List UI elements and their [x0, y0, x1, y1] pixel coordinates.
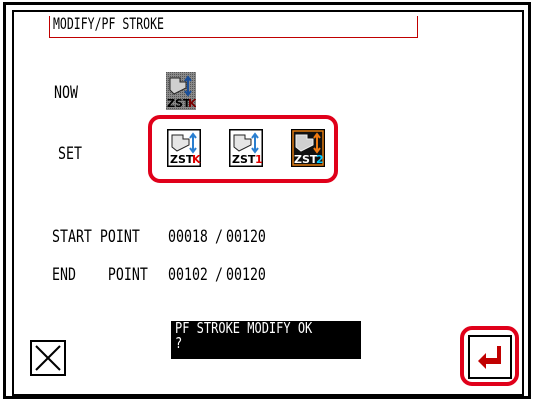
end-point-total: 00120 [226, 265, 266, 285]
set-label: SET [58, 144, 82, 164]
confirm-message-line2: ? [175, 334, 183, 352]
start-point-separator: / [215, 227, 223, 247]
enter-button[interactable] [468, 335, 512, 379]
end-point-label: END POINT [52, 265, 148, 285]
enter-arrow-icon [478, 346, 501, 369]
close-icon [35, 345, 61, 371]
end-point-value: 00102 [168, 265, 208, 285]
set-zst2-button[interactable]: ZST 2 [291, 129, 325, 167]
current-zstk-icon: ZST K [166, 72, 196, 110]
svg-text:ZST: ZST [170, 153, 194, 166]
start-point-label: START POINT [52, 227, 140, 247]
confirm-message-line1: PF STROKE MODIFY OK [175, 319, 313, 337]
set-zstk-button[interactable]: ZST K [167, 129, 201, 167]
end-point-separator: / [215, 265, 223, 285]
page-title: MODIFY/PF STROKE [53, 14, 164, 33]
cancel-button[interactable] [30, 340, 66, 376]
svg-text:ZST: ZST [232, 153, 256, 166]
start-point-value: 00018 [168, 227, 208, 247]
svg-text:K: K [192, 153, 201, 166]
svg-text:K: K [188, 97, 196, 110]
set-zst1-button[interactable]: ZST 1 [229, 129, 263, 167]
start-point-total: 00120 [226, 227, 266, 247]
svg-text:1: 1 [255, 153, 263, 166]
now-label: NOW [54, 83, 78, 103]
svg-text:2: 2 [316, 153, 324, 166]
svg-text:ZST: ZST [294, 153, 318, 166]
